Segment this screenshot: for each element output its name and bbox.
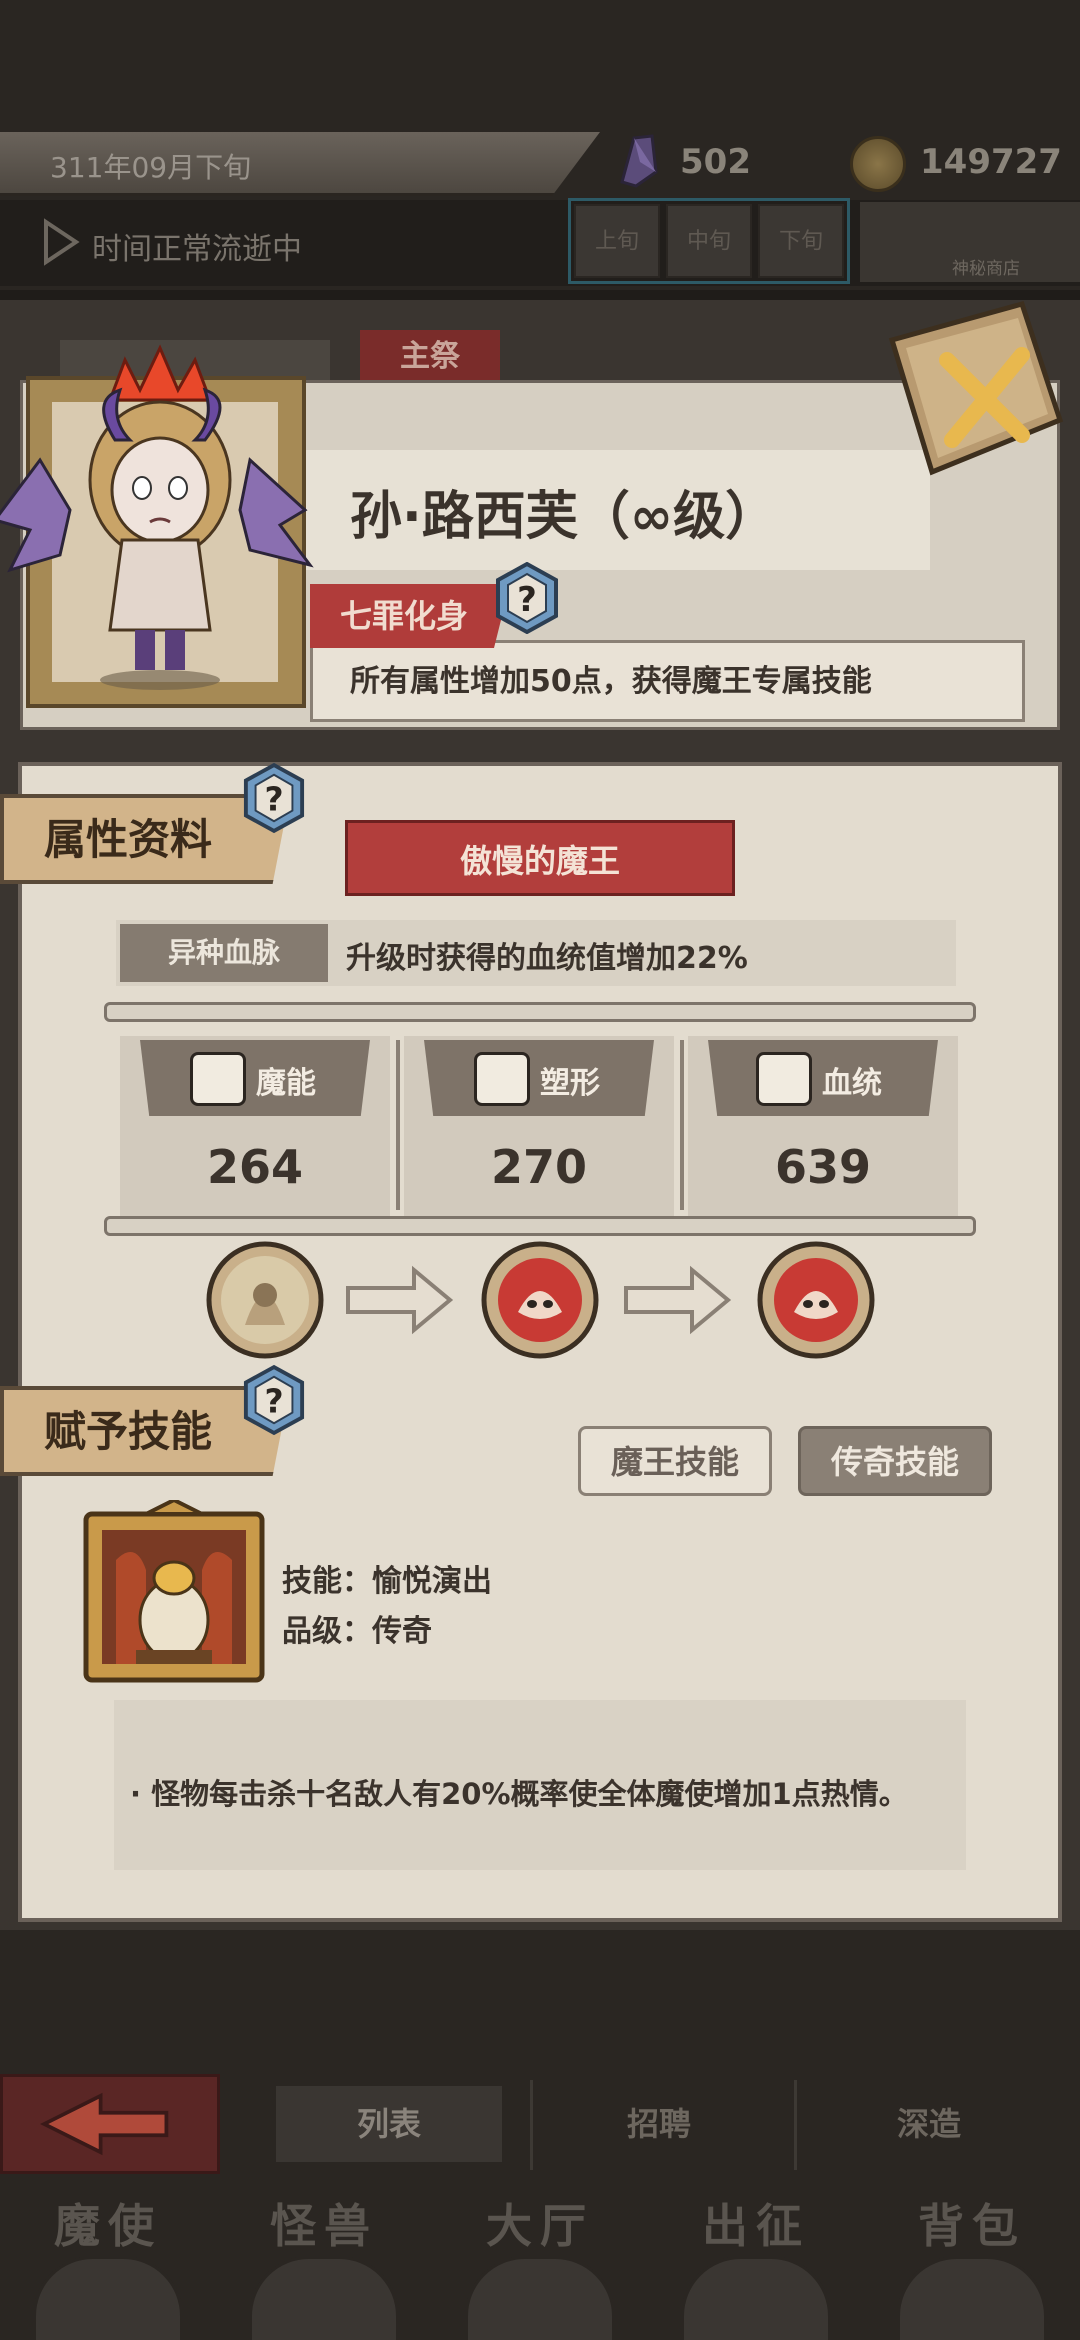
stat-head-magic <box>140 1040 370 1116</box>
shaping-icon <box>474 1052 530 1106</box>
title-badge: 七罪化身 <box>310 584 510 648</box>
dock-label-demon-envoy: 魔使 <box>54 2199 162 2253</box>
nav-list-tab[interactable]: 列表 <box>276 2086 502 2162</box>
dock-label-expedition: 出征 <box>702 2199 810 2253</box>
stat-name-shape: 塑形 <box>540 1066 600 1101</box>
trait-label: 异种血脉 <box>120 924 328 982</box>
svg-text:?: ? <box>264 780 283 819</box>
magic-energy-icon <box>190 1052 246 1106</box>
stat-separator <box>396 1040 400 1210</box>
skill-icon[interactable] <box>76 1500 272 1690</box>
period-late[interactable]: 下旬 <box>758 204 844 278</box>
nav-separator <box>794 2080 797 2170</box>
class-ribbon: 傲慢的魔王 <box>345 820 735 896</box>
skill-name: 技能：愉悦演出 <box>282 1564 492 1599</box>
skill-grade: 品级：传奇 <box>282 1614 432 1649</box>
stat-value-shape: 270 <box>490 1140 588 1194</box>
stat-value-magic: 264 <box>206 1140 304 1194</box>
mystery-shop-label: 神秘商店 <box>952 259 1020 279</box>
coin-count: 149727 <box>920 142 1062 182</box>
monster-icon <box>249 2256 399 2340</box>
skull-icon <box>33 2256 183 2340</box>
bloodline-icon <box>756 1052 812 1106</box>
stat-name-magic: 魔能 <box>256 1066 316 1101</box>
tab-main-priest[interactable]: 主祭 <box>360 330 500 384</box>
stat-separator <box>680 1040 684 1210</box>
svg-text:?: ? <box>517 580 537 620</box>
play-icon[interactable] <box>40 218 80 266</box>
time-state-label: 时间正常流逝中 <box>92 232 302 267</box>
skill-description: · 怪物每击杀十名敌人有20%概率使全体魔使增加1点热情。 <box>130 1777 908 1811</box>
expedition-icon <box>681 2256 831 2340</box>
evolution-stage-1-icon[interactable] <box>205 1240 325 1360</box>
hall-icon <box>465 2256 615 2340</box>
nav-separator <box>530 2080 533 2170</box>
backpack-icon <box>897 2256 1047 2340</box>
dock-label-hall: 大厅 <box>486 2199 594 2253</box>
crystal-icon <box>620 134 658 188</box>
help-icon[interactable]: ? <box>494 562 560 634</box>
evolution-stage-3-icon[interactable] <box>756 1240 876 1360</box>
dock-label-backpack: 背包 <box>918 2199 1026 2253</box>
dock-label-monsters: 怪兽 <box>270 2199 378 2253</box>
stat-head-shape <box>424 1040 654 1116</box>
back-arrow-icon[interactable] <box>0 2074 220 2174</box>
game-date: 311年09月下旬 <box>50 151 252 184</box>
svg-text:?: ? <box>264 1382 283 1421</box>
stat-rail-top <box>104 1002 976 1022</box>
legend-skill-tab[interactable]: 传奇技能 <box>798 1426 992 1496</box>
close-icon[interactable] <box>872 300 1072 480</box>
stat-rail-bottom <box>104 1216 976 1236</box>
trait-description: 升级时获得的血统值增加22% <box>346 941 748 976</box>
stat-name-blood: 血统 <box>822 1066 882 1101</box>
evolution-stage-2-icon[interactable] <box>480 1240 600 1360</box>
crystal-count: 502 <box>680 142 751 182</box>
arrow-right-icon <box>346 1265 454 1335</box>
period-early[interactable]: 上旬 <box>574 204 660 278</box>
title-description: 所有属性增加50点，获得魔王专属技能 <box>350 664 872 699</box>
stat-value-blood: 639 <box>774 1140 872 1194</box>
help-icon[interactable]: ? <box>242 762 306 834</box>
coin-icon <box>850 136 906 192</box>
nav-forge-tab[interactable]: 深造 <box>826 2086 1032 2162</box>
hero-portrait[interactable] <box>0 330 330 700</box>
demon-skill-tab[interactable]: 魔王技能 <box>578 1426 772 1496</box>
period-mid[interactable]: 中旬 <box>666 204 752 278</box>
arrow-right-icon <box>624 1265 732 1335</box>
help-icon[interactable]: ? <box>242 1364 306 1436</box>
hero-name: 孙·路西芙（∞级） <box>350 487 778 547</box>
nav-recruit-tab[interactable]: 招聘 <box>556 2086 762 2162</box>
